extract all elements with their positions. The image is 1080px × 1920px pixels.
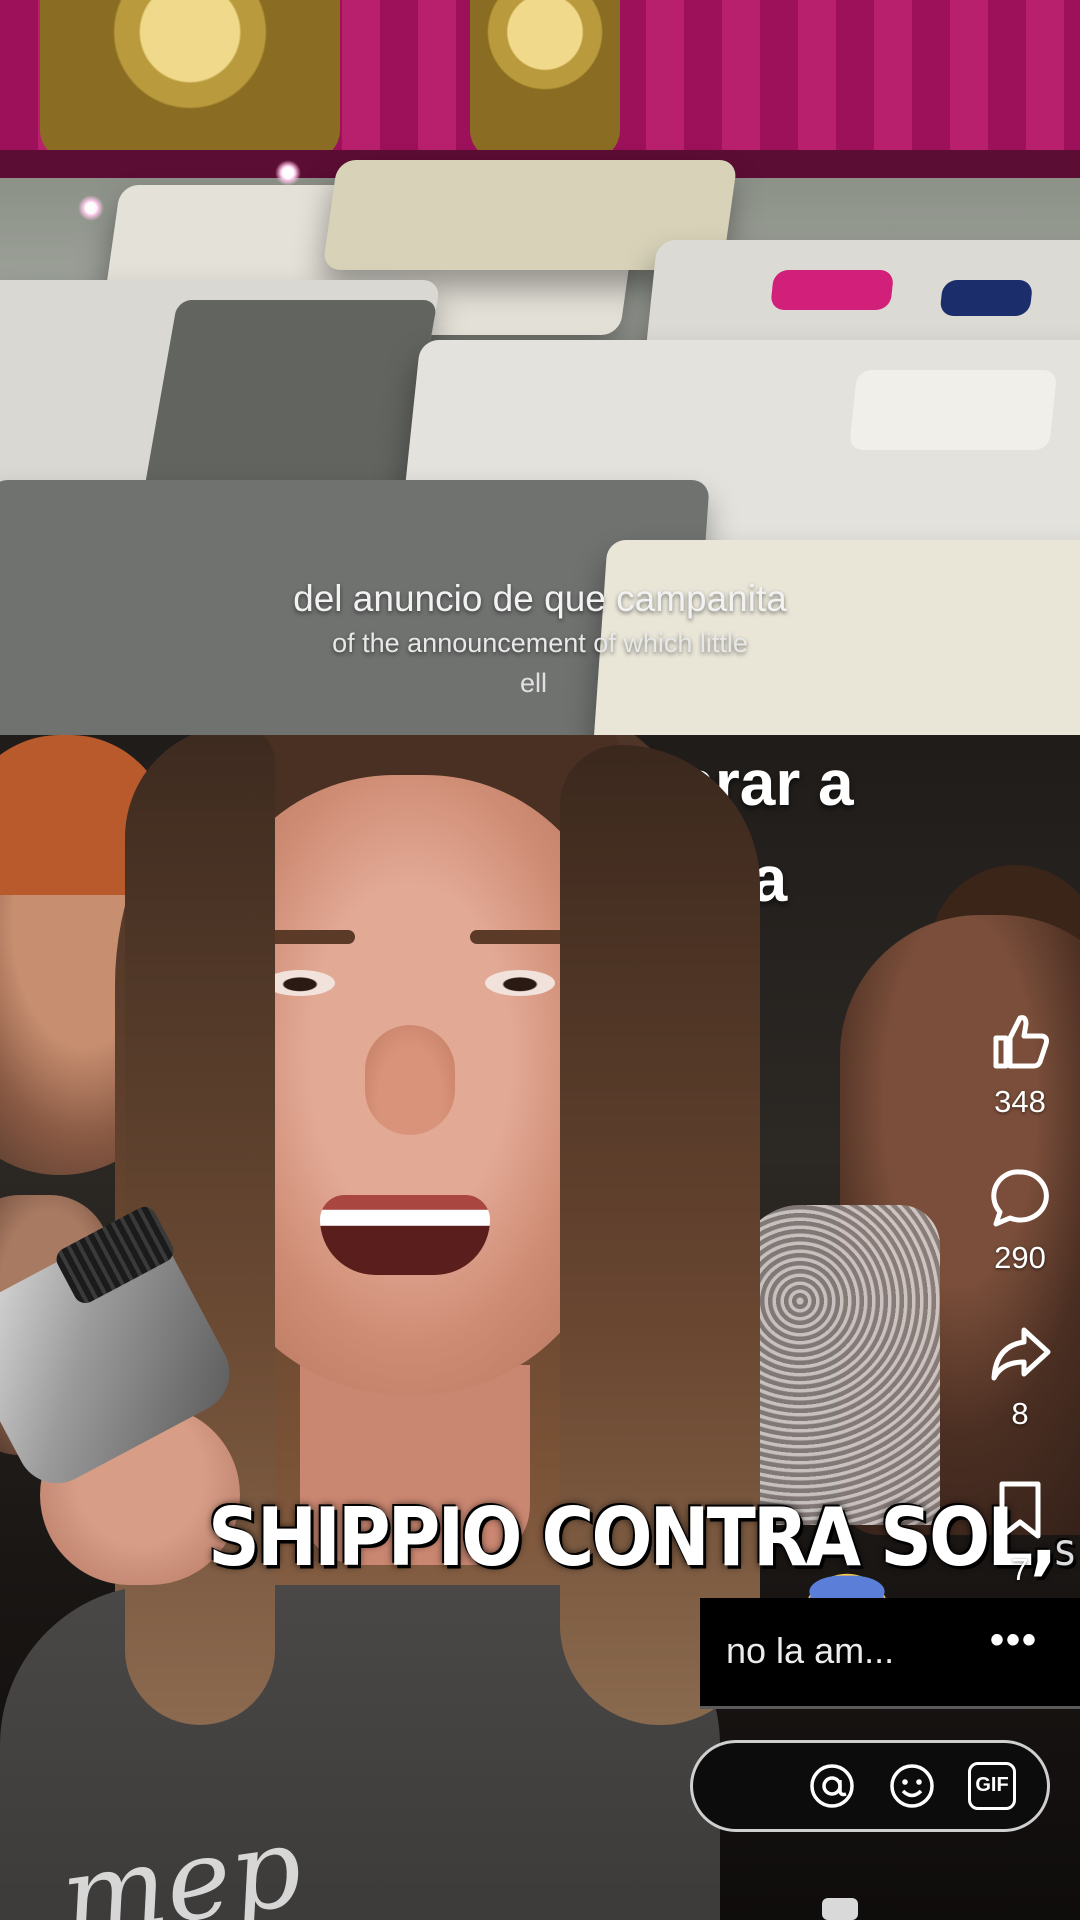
nose bbox=[365, 1025, 455, 1135]
video-description[interactable]: no la am... bbox=[726, 1630, 894, 1672]
like-count: 348 bbox=[994, 1084, 1046, 1119]
grey-blanket bbox=[140, 300, 438, 510]
spoken-subtitle: SHIPPIO CONTRA SOL,s bbox=[0, 1490, 1080, 1584]
more-options-button[interactable]: ••• bbox=[990, 1618, 1038, 1663]
comment-bubble-icon bbox=[991, 1169, 1049, 1227]
like-button[interactable]: 348 bbox=[960, 1010, 1080, 1120]
save-button[interactable]: 7 bbox=[960, 1478, 1080, 1588]
caption-english-continued: ell bbox=[520, 668, 548, 698]
comment-button[interactable]: 290 bbox=[960, 1166, 1080, 1276]
bookmark-icon bbox=[999, 1481, 1041, 1539]
lamp bbox=[78, 195, 104, 221]
eye bbox=[485, 970, 555, 996]
share-button[interactable]: 8 bbox=[960, 1322, 1080, 1432]
at-icon[interactable] bbox=[808, 1762, 856, 1810]
thumbs-up-icon bbox=[993, 1015, 1049, 1069]
gif-icon[interactable]: GIF bbox=[968, 1762, 1016, 1810]
save-count: 7 bbox=[1011, 1552, 1029, 1587]
caption-spanish: del anuncio de que campanita bbox=[293, 578, 787, 619]
top-video-frame[interactable]: del anuncio de que campanita of the anno… bbox=[0, 0, 1080, 735]
creator-person: mep bbox=[0, 735, 760, 1920]
sparkle-dress bbox=[740, 1205, 940, 1525]
home-indicator bbox=[822, 1898, 858, 1920]
share-arrow-icon bbox=[991, 1327, 1051, 1381]
divider bbox=[700, 1706, 1080, 1709]
emoji-icon[interactable] bbox=[888, 1762, 936, 1810]
comment-count: 290 bbox=[994, 1240, 1046, 1275]
share-count: 8 bbox=[1011, 1396, 1029, 1431]
blue-cloth bbox=[939, 280, 1034, 316]
pillow bbox=[848, 370, 1058, 450]
eye bbox=[265, 970, 335, 996]
caption-english: of the announcement of which little bbox=[332, 628, 748, 658]
spoken-subtitle-text: SHIPPIO CONTRA SOL, bbox=[208, 1489, 1057, 1585]
mouth bbox=[320, 1195, 490, 1275]
lamp bbox=[275, 160, 301, 186]
pink-cloth bbox=[770, 270, 895, 310]
gold-mirror bbox=[470, 0, 620, 160]
gold-mirror bbox=[40, 0, 340, 160]
